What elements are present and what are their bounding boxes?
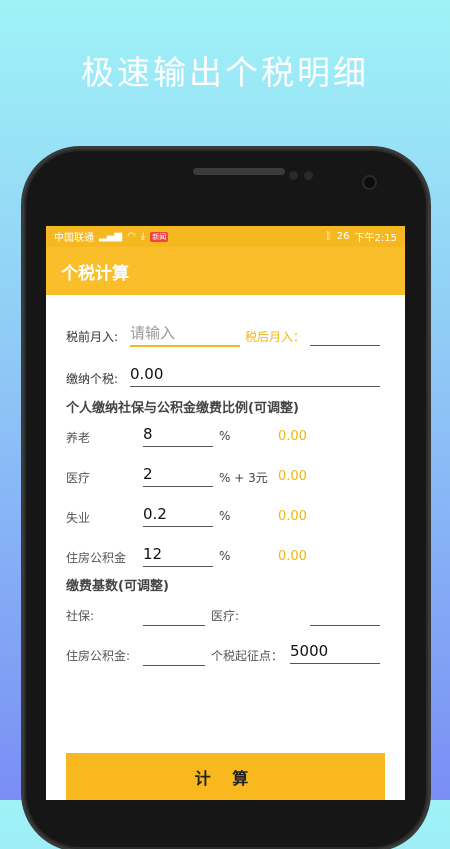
pension-label: 养老: [66, 431, 91, 445]
threshold-label: 个税起征点：: [211, 649, 284, 663]
pension-ratio-input[interactable]: [143, 423, 213, 447]
threshold-input[interactable]: [290, 640, 380, 664]
medical-ratio-input[interactable]: [143, 463, 213, 487]
unemployment-result: 0.00: [278, 509, 307, 524]
unemployment-unit: %: [219, 509, 231, 523]
housing-fund-label: 住房公积金: [66, 551, 127, 565]
fund-base-label: 住房公积金:: [66, 649, 131, 663]
pension-unit: %: [219, 429, 231, 443]
news-badge: 新闻: [150, 231, 169, 242]
medical-base-input[interactable]: [310, 602, 380, 626]
speaker-grille: [193, 168, 285, 175]
base-section-title: 缴费基数(可调整): [66, 579, 169, 594]
app-screen: 中国联通 ▂▄▆ ◠ ⤓ 新闻 ᛒ 26 下午2:15 个税计算 税前月入: 税…: [46, 226, 405, 800]
housing-fund-unit: %: [219, 549, 231, 563]
medical-label: 医疗: [66, 471, 91, 485]
wifi-icon: ◠: [127, 231, 136, 242]
social-base-input[interactable]: [143, 602, 205, 626]
calculator-form: 税前月入: 税后月入： 缴纳个税: 个人缴纳社保与公积金缴费比例(可调整) 养老…: [46, 295, 405, 800]
housing-fund-result: 0.00: [278, 549, 307, 564]
unemployment-ratio-input[interactable]: [143, 503, 213, 527]
bluetooth-icon: ᛒ: [325, 231, 332, 242]
proximity-sensor: [289, 171, 298, 180]
download-icon: ⤓: [140, 231, 146, 242]
fund-base-input[interactable]: [143, 642, 205, 666]
housing-fund-ratio-input[interactable]: [143, 543, 213, 567]
time-label: 下午2:15: [354, 233, 397, 244]
status-bar: 中国联通 ▂▄▆ ◠ ⤓ 新闻 ᛒ 26 下午2:15: [46, 226, 405, 247]
battery-level: 26: [336, 231, 350, 242]
unemployment-label: 失业: [66, 511, 91, 525]
medical-result: 0.00: [278, 469, 307, 484]
pre-tax-label: 税前月入:: [66, 330, 119, 344]
post-tax-label: 税后月入：: [245, 330, 306, 344]
post-tax-field[interactable]: [310, 322, 380, 346]
promo-headline: 极速输出个税明细: [81, 53, 369, 92]
pre-tax-input[interactable]: [130, 322, 240, 347]
light-sensor: [304, 171, 313, 180]
social-base-label: 社保:: [66, 609, 95, 623]
calculate-button[interactable]: 计 算: [66, 753, 385, 800]
medical-base-label: 医疗:: [211, 609, 240, 623]
app-title: 个税计算: [61, 263, 129, 284]
signal-icon: ▂▄▆: [99, 231, 123, 242]
front-camera: [364, 177, 375, 188]
pension-result: 0.00: [278, 429, 307, 444]
medical-unit: % + 3元: [219, 471, 268, 485]
carrier-label: 中国联通: [54, 233, 94, 244]
app-bar: 个税计算: [46, 247, 405, 295]
ratio-section-title: 个人缴纳社保与公积金缴费比例(可调整): [66, 401, 299, 416]
tax-label: 缴纳个税:: [66, 372, 119, 386]
tax-field[interactable]: [130, 363, 380, 387]
